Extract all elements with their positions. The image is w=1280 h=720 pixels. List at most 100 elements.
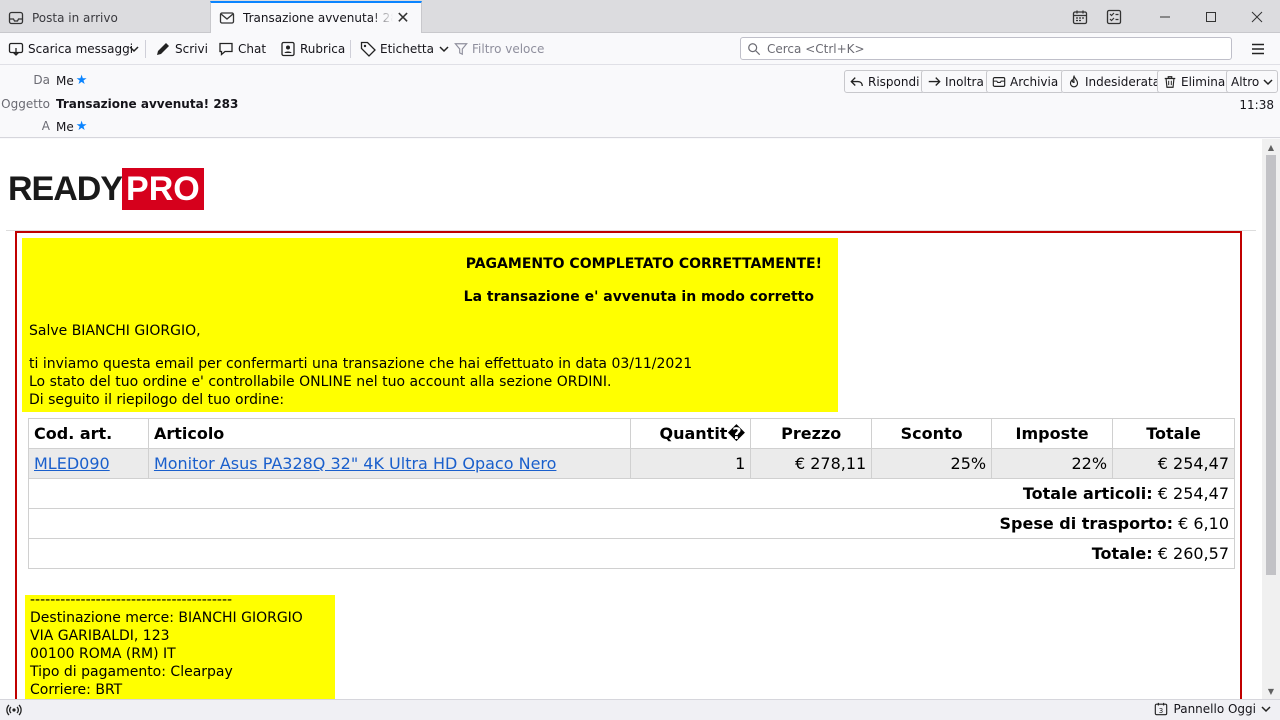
payment-type-line: Tipo di pagamento: Clearpay (30, 664, 233, 680)
main-toolbar: Scarica messaggi Scrivi Chat Rubrica Eti… (0, 33, 1280, 65)
shipping-label: Spese di trasporto: (999, 514, 1174, 533)
column-header: Totale (1112, 418, 1235, 449)
address-line-2: 00100 ROMA (RM) IT (30, 646, 176, 662)
confirmation-box: PAGAMENTO COMPLETATO CORRETTAMENTE! La t… (22, 238, 838, 412)
archive-button[interactable]: Archivia (986, 70, 1065, 93)
column-header: Quantit� (630, 418, 752, 449)
scroll-down-icon[interactable]: ▼ (1266, 686, 1276, 696)
logo-pro-text: PRO (122, 168, 204, 210)
minimize-icon[interactable] (1142, 0, 1188, 33)
from-name: Me (56, 73, 74, 88)
hamburger-menu-icon[interactable] (1250, 41, 1266, 57)
chat-icon (219, 42, 233, 56)
separator-line: ---------------------------------------- (30, 592, 233, 608)
table-row: MLED090 Monitor Asus PA328Q 32" 4K Ultra… (28, 448, 1235, 479)
forward-icon (928, 76, 941, 86)
tab-message[interactable]: Transazione avvenuta! 283 - Posta in arr… (210, 1, 422, 33)
payment-subtitle: La transazione e' avvenuta in modo corre… (463, 289, 814, 305)
body-line-2: Lo stato del tuo ordine e' controllabile… (29, 374, 612, 390)
connection-status-icon[interactable] (6, 703, 22, 717)
address-line-1: VIA GARIBALDI, 123 (30, 628, 170, 644)
subject-label: Oggetto (1, 97, 50, 111)
body-line-1: ti inviamo questa email per confermarti … (29, 356, 693, 372)
body-line-3: Di seguito il riepilogo del tuo ordine: (29, 392, 285, 408)
junk-button[interactable]: Indesiderata (1061, 70, 1167, 93)
close-icon[interactable]: ✕ (395, 8, 411, 27)
summary-row: Totale: € 260,57 (28, 538, 1235, 569)
write-button[interactable]: Scrivi (155, 37, 208, 61)
column-header: Cod. art. (28, 418, 149, 449)
email-content-frame: PAGAMENTO COMPLETATO CORRETTAMENTE! La t… (15, 231, 1242, 699)
total-items-value: € 254,47 (1157, 484, 1229, 503)
column-header: Prezzo (750, 418, 873, 449)
search-input[interactable]: Cerca <Ctrl+K> (740, 37, 1232, 60)
inbox-icon (8, 10, 24, 26)
from-label: Da (33, 73, 50, 87)
summary-row: Spese di trasporto: € 6,10 (28, 508, 1235, 539)
address-book-button[interactable]: Rubrica (280, 37, 345, 61)
summary-cell: Totale: € 260,57 (28, 538, 1235, 569)
pencil-icon (157, 43, 169, 55)
chat-button[interactable]: Chat (218, 37, 266, 61)
tab-label: Transazione avvenuta! 283 - Posta in arr… (243, 11, 393, 25)
get-messages-dropdown[interactable] (128, 37, 144, 61)
chevron-down-icon (439, 46, 449, 53)
column-header: Sconto (871, 418, 993, 449)
chat-label: Chat (238, 42, 267, 56)
reply-icon (850, 76, 863, 86)
reply-button[interactable]: Rispondi (844, 70, 926, 93)
calendar-icon: 3 (1154, 702, 1167, 716)
tag-label: Etichetta (380, 42, 434, 56)
scroll-thumb[interactable] (1266, 155, 1276, 575)
scroll-up-icon[interactable]: ▲ (1266, 142, 1276, 152)
table-cell: MLED090 (28, 448, 149, 479)
discount-cell: 25% (871, 448, 993, 479)
quick-filter-label: Filtro veloce (472, 42, 545, 56)
get-messages-label: Scarica messaggi (28, 42, 134, 56)
archive-label: Archivia (1010, 74, 1059, 89)
write-label: Scrivi (175, 42, 208, 56)
star-icon[interactable]: ★ (76, 119, 88, 134)
download-icon (8, 42, 24, 56)
message-body: READY PRO PAGAMENTO COMPLETATO CORRETTAME… (0, 139, 1262, 699)
chevron-down-icon (1263, 78, 1273, 85)
total-cell: € 254,47 (1112, 448, 1235, 479)
to-value[interactable]: Me ★ (56, 119, 87, 134)
summary-row: Totale articoli: € 254,47 (28, 478, 1235, 509)
table-cell: Monitor Asus PA328Q 32" 4K Ultra HD Opac… (147, 448, 632, 479)
shipping-value: € 6,10 (1178, 514, 1229, 533)
forward-label: Inoltra (945, 74, 984, 89)
tag-button[interactable]: Etichetta (360, 37, 454, 61)
order-table: Cod. art. Articolo Quantit� Prezzo Scont… (28, 418, 1235, 569)
archive-icon (992, 76, 1006, 87)
tax-cell: 22% (991, 448, 1114, 479)
from-value[interactable]: Me ★ (56, 73, 87, 88)
tasks-icon[interactable] (1092, 0, 1136, 33)
trash-icon (1164, 75, 1176, 88)
search-placeholder: Cerca <Ctrl+K> (767, 41, 865, 56)
quick-filter-button[interactable]: Filtro veloce (454, 37, 544, 61)
delete-label: Elimina (1181, 74, 1226, 89)
junk-label: Indesiderata (1085, 74, 1161, 89)
grand-total-value: € 260,57 (1157, 544, 1229, 563)
status-bar: 3 Pannello Oggi (0, 699, 1280, 720)
today-pane-button[interactable]: 3 Pannello Oggi (1154, 702, 1272, 716)
svg-text:3: 3 (1158, 707, 1162, 715)
forward-button[interactable]: Inoltra (921, 70, 990, 93)
product-name-link[interactable]: Monitor Asus PA328Q 32" 4K Ultra HD Opac… (154, 454, 557, 473)
shipping-info-box: ----------------------------------------… (25, 592, 335, 699)
vertical-scrollbar[interactable]: ▲ ▼ (1262, 139, 1280, 699)
more-button[interactable]: Altro (1226, 70, 1279, 93)
delete-button[interactable]: Elimina (1157, 70, 1232, 93)
chevron-down-icon (1261, 706, 1271, 713)
quantity-cell: 1 (630, 448, 752, 479)
readypro-logo: READY PRO (8, 167, 204, 211)
star-icon[interactable]: ★ (76, 73, 88, 88)
get-messages-button[interactable]: Scarica messaggi (8, 37, 133, 61)
product-code-link[interactable]: MLED090 (34, 454, 110, 473)
maximize-icon[interactable] (1188, 0, 1234, 33)
window-close-icon[interactable] (1234, 0, 1280, 33)
tab-inbox[interactable]: Posta in arrivo (0, 2, 208, 33)
grand-total-label: Totale: (1091, 544, 1153, 563)
destination-line: Destinazione merce: BIANCHI GIORGIO (30, 610, 303, 626)
